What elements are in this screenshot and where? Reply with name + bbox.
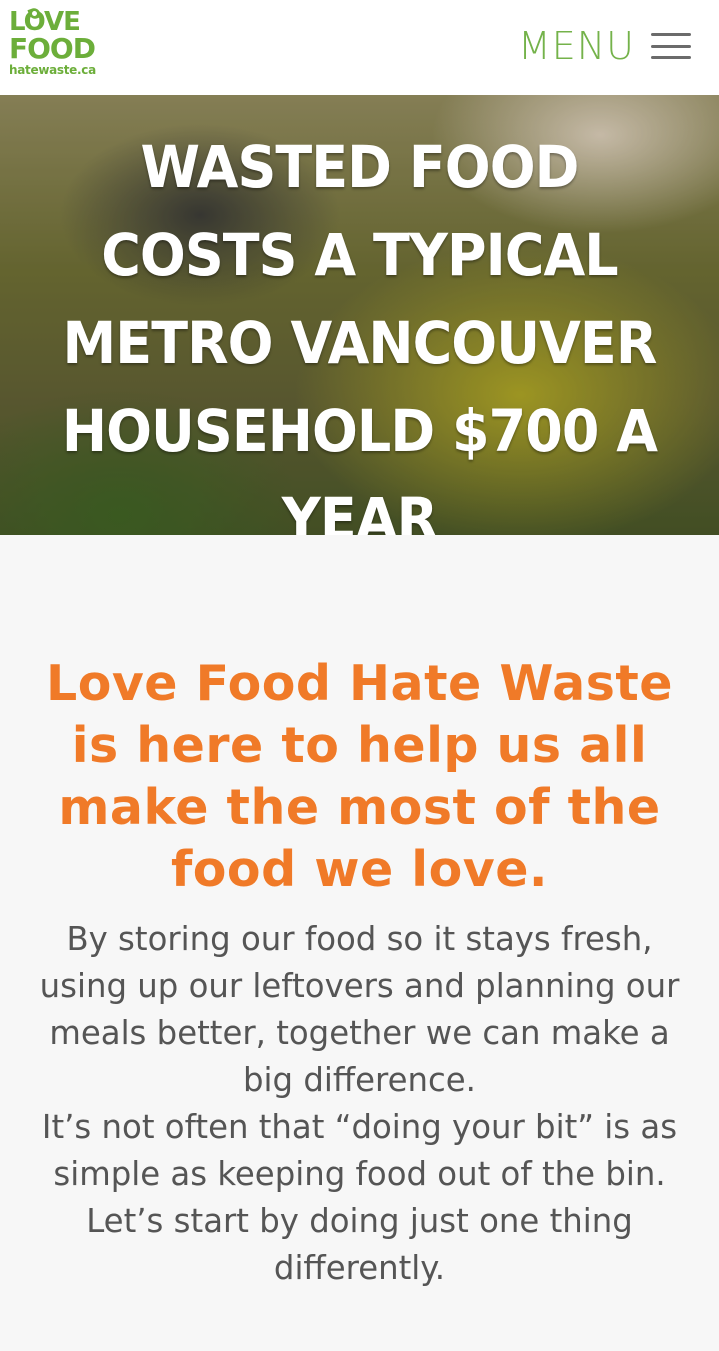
site-header: LOVE FOOD hatewaste.ca MENU (0, 0, 719, 95)
hero-title: WASTED FOOD COSTS A TYPICAL METRO VANCOU… (61, 133, 658, 535)
menu-label: MENU (517, 24, 635, 68)
logo-line-food: FOOD (9, 32, 96, 65)
intro-heading: Love Food Hate Waste is here to help us … (45, 655, 674, 898)
intro-paragraph: It’s not often that “doing your bit” is … (41, 1107, 678, 1287)
menu-button[interactable]: MENU (518, 24, 691, 68)
hamburger-icon[interactable] (651, 33, 691, 59)
logo-line-domain: hatewaste.ca (9, 63, 96, 77)
site-logo[interactable]: LOVE FOOD hatewaste.ca (9, 6, 101, 81)
intro-paragraph: By storing our food so it stays fresh, u… (39, 919, 680, 1099)
hero-banner: WASTED FOOD COSTS A TYPICAL METRO VANCOU… (0, 95, 719, 535)
intro-section: Love Food Hate Waste is here to help us … (0, 535, 719, 1291)
